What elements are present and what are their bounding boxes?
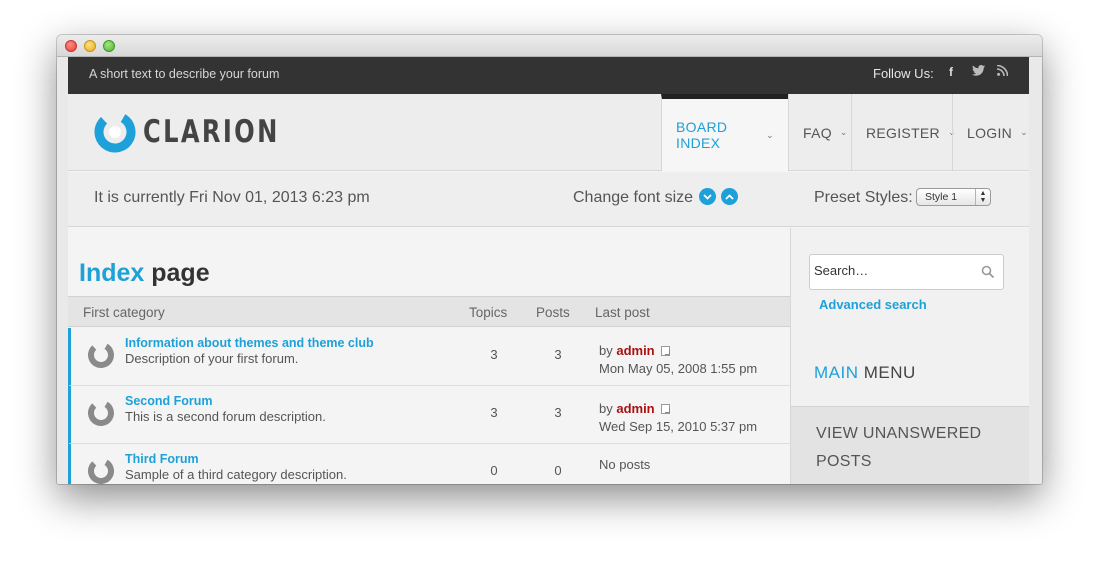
table-row: Information about themes and theme club … — [68, 328, 790, 386]
last-post-by: by — [599, 401, 617, 416]
nav-board-index[interactable]: BOARD INDEX ⌄ — [661, 94, 788, 171]
preset-styles-label: Preset Styles: — [814, 189, 913, 206]
zoom-window-button[interactable] — [103, 40, 115, 52]
close-window-button[interactable] — [65, 40, 77, 52]
no-posts-text: No posts — [599, 457, 651, 472]
page-title-rest: page — [144, 259, 210, 287]
top-bar: A short text to describe your forum Foll… — [68, 57, 1029, 94]
browser-window: A short text to describe your forum Foll… — [57, 35, 1042, 484]
forum-description: Sample of a third category description. — [125, 467, 347, 482]
follow-us-label: Follow Us: — [873, 66, 934, 81]
nav-faq-label: FAQ — [803, 124, 832, 141]
site-header: CLARION BOARD INDEX ⌄ FAQ ⌄ REGISTER ⌄ L… — [68, 94, 1029, 171]
search-input[interactable] — [814, 263, 974, 278]
last-post-info: by admin Wed Sep 15, 2010 5:37 pm — [599, 400, 757, 436]
advanced-search-link[interactable]: Advanced search — [819, 297, 927, 312]
select-arrows-icon: ▲ ▼ — [975, 189, 990, 205]
nav-register-label: REGISTER — [866, 124, 940, 141]
clarion-logo-icon[interactable] — [94, 111, 136, 153]
posts-count: 3 — [554, 405, 562, 420]
chevron-down-icon: ⌄ — [1020, 127, 1028, 137]
topics-count: 3 — [490, 347, 498, 362]
menu-title-accent: MAIN — [814, 363, 859, 382]
menu-item-label: VIEW UNANSWERED POSTS — [816, 425, 982, 470]
chevron-down-icon: ⌄ — [839, 127, 848, 137]
table-row: Third Forum Sample of a third category d… — [68, 444, 790, 484]
font-size-increase-button[interactable] — [721, 188, 738, 205]
view-latest-post-icon[interactable] — [660, 346, 670, 356]
topics-header: Topics — [469, 305, 508, 320]
last-post-author-link[interactable]: admin — [616, 401, 654, 416]
table-row: Second Forum This is a second forum desc… — [68, 386, 790, 444]
last-post-date: Mon May 05, 2008 1:55 pm — [599, 361, 758, 376]
current-time-text: It is currently Fri Nov 01, 2013 6:23 pm — [94, 189, 370, 206]
page-viewport: A short text to describe your forum Foll… — [68, 57, 1029, 484]
site-logo-text[interactable]: CLARION — [143, 114, 280, 150]
title-bar — [57, 35, 1042, 57]
posts-count: 3 — [554, 347, 562, 362]
view-latest-post-icon[interactable] — [660, 404, 670, 414]
forum-description: This is a second forum description. — [125, 409, 326, 424]
posts-count: 0 — [554, 463, 562, 478]
menu-item-view-unanswered[interactable]: VIEW UNANSWERED POSTS — [791, 406, 1029, 484]
main-content: Index page First category Topics Posts L… — [68, 228, 790, 484]
chevron-down-icon: ⌄ — [766, 129, 774, 140]
facebook-icon[interactable]: f — [949, 65, 953, 79]
right-gutter — [1029, 57, 1042, 484]
last-post-date: Wed Sep 15, 2010 5:37 pm — [599, 419, 758, 434]
page-title: Index page — [79, 259, 210, 288]
nav-register[interactable]: REGISTER ⌄ — [851, 94, 956, 171]
main-nav: BOARD INDEX ⌄ FAQ ⌄ REGISTER ⌄ LOGIN ⌄ — [661, 94, 1029, 171]
forum-read-icon — [88, 342, 114, 368]
last-post-header: Last post — [595, 305, 650, 320]
category-header[interactable]: First category — [83, 305, 165, 320]
main-menu-title: MAIN MENU — [814, 363, 916, 383]
minimize-window-button[interactable] — [84, 40, 96, 52]
preset-style-select[interactable]: Style 1 ▲ ▼ — [916, 188, 991, 206]
nav-board-index-label: BOARD INDEX — [676, 119, 728, 151]
last-post-by: by — [599, 343, 617, 358]
forum-description: Description of your first forum. — [125, 351, 299, 366]
sidebar: Advanced search MAIN MENU VIEW UNANSWERE… — [790, 228, 1029, 484]
search-icon[interactable] — [981, 265, 995, 279]
nav-faq[interactable]: FAQ ⌄ — [788, 94, 851, 171]
nav-login-label: LOGIN — [967, 124, 1013, 141]
change-font-size-label: Change font size — [573, 189, 694, 206]
rss-icon[interactable] — [996, 64, 1009, 79]
forum-table-header: First category Topics Posts Last post — [68, 296, 790, 327]
preset-style-value: Style 1 — [925, 191, 958, 203]
forum-title-link[interactable]: Information about themes and theme club — [125, 336, 374, 350]
left-gutter — [57, 57, 68, 484]
search-box — [809, 254, 1004, 290]
last-post-info: by admin Mon May 05, 2008 1:55 pm — [599, 342, 757, 378]
last-post-author-link[interactable]: admin — [616, 343, 654, 358]
forum-tagline: A short text to describe your forum — [89, 67, 280, 81]
page-title-accent: Index — [79, 259, 145, 287]
forum-read-icon — [88, 458, 114, 484]
topics-count: 0 — [490, 463, 498, 478]
menu-title-rest: MENU — [858, 363, 916, 382]
nav-login[interactable]: LOGIN ⌄ — [952, 94, 1029, 171]
info-bar: It is currently Fri Nov 01, 2013 6:23 pm… — [68, 172, 1029, 227]
forum-title-link[interactable]: Third Forum — [125, 452, 199, 466]
posts-header: Posts — [536, 305, 570, 320]
twitter-icon[interactable] — [972, 65, 985, 79]
topics-count: 3 — [490, 405, 498, 420]
forum-read-icon — [88, 400, 114, 426]
forum-title-link[interactable]: Second Forum — [125, 394, 213, 408]
font-size-decrease-button[interactable] — [699, 188, 716, 205]
